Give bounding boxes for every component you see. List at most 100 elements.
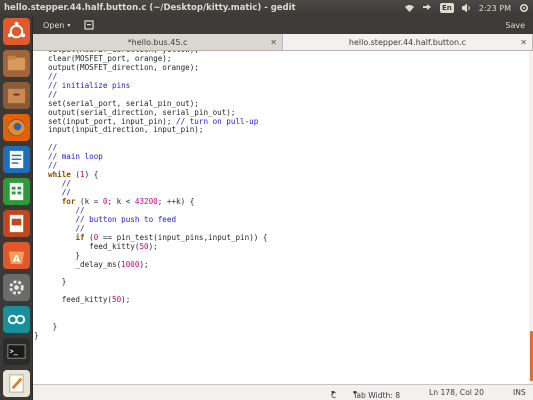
code-line[interactable] <box>48 314 529 323</box>
code-token: for <box>61 196 76 206</box>
svg-text:A: A <box>13 254 21 265</box>
status-bar: C ▾ Tab Width: 8 ▾ Ln 178, Col 20 INS <box>33 384 533 400</box>
code-token: ); <box>139 259 149 269</box>
new-tab-button[interactable] <box>82 18 96 32</box>
code-token: } <box>34 331 39 340</box>
code-line[interactable] <box>48 269 529 278</box>
code-editor[interactable]: output(MOSFET_direction, yellow);clear(M… <box>33 51 529 384</box>
firefox-icon[interactable] <box>3 114 30 141</box>
wifi-icon[interactable] <box>404 3 415 14</box>
code-token: feed_kitty( <box>48 295 113 305</box>
svg-text:>_: >_ <box>10 347 19 355</box>
code-token: // <box>61 179 71 189</box>
system-settings-icon[interactable] <box>3 274 30 301</box>
code-token: set(input_port, input_pin); <box>48 116 177 126</box>
code-token: // <box>48 71 58 81</box>
code-line[interactable]: _delay_ms(1000); <box>48 259 529 270</box>
terminal-icon[interactable]: >_ <box>3 338 30 365</box>
files-drawer-icon[interactable] <box>3 82 30 109</box>
language-selector[interactable]: C ▾ <box>331 388 337 400</box>
code-line[interactable]: output(MOSFET_direction, orange); <box>48 63 529 73</box>
code-token: ( <box>70 170 81 180</box>
code-token: feed_kitty( <box>48 241 140 251</box>
code-line[interactable]: // button push to feed <box>48 215 529 225</box>
code-token: // <box>48 161 58 171</box>
code-line[interactable]: // main loop <box>48 152 529 162</box>
keyboard-layout-indicator[interactable]: En <box>440 3 454 13</box>
code-token: while <box>48 170 71 180</box>
arduino-icon[interactable] <box>3 306 30 333</box>
code-token: clear(MOSFET_port, orange); <box>48 53 172 63</box>
text-editor-icon[interactable] <box>3 370 30 397</box>
code-line[interactable]: } <box>48 277 529 287</box>
clock-label[interactable]: 2:23 PM <box>479 4 511 13</box>
tab-label: hello.stepper.44.half.button.c <box>348 37 467 47</box>
language-label: C <box>331 391 337 400</box>
code-line[interactable]: input(input_direction, input_pin); <box>48 125 529 135</box>
open-button[interactable]: Open ▾ <box>37 18 76 32</box>
tab-label: *hello.bus.45.c <box>127 37 188 47</box>
tab-width-label: Tab Width: 8 <box>353 391 401 400</box>
code-line[interactable]: // initialize pins <box>48 81 529 91</box>
code-token: 50 <box>139 241 149 251</box>
files-icon[interactable] <box>3 50 30 77</box>
code-text[interactable]: output(MOSFET_direction, yellow);clear(M… <box>33 51 529 341</box>
code-token: 1000 <box>121 259 140 269</box>
code-token: } <box>48 277 67 287</box>
save-button[interactable]: Save <box>505 21 525 30</box>
code-token: 43200 <box>134 196 158 206</box>
dash-home-icon[interactable] <box>3 18 30 45</box>
code-token: (k = <box>75 196 103 206</box>
editor-scrollbar[interactable] <box>529 51 533 384</box>
code-token: if <box>75 232 85 242</box>
code-token: 50 <box>112 295 122 305</box>
code-token: == pin_test(input_pins,input_pin)) { <box>98 232 268 242</box>
system-indicators: En 2:23 PM <box>404 0 529 16</box>
code-line[interactable]: } <box>34 331 529 341</box>
code-line[interactable]: feed_kitty(50); <box>48 295 529 305</box>
tab-width-selector[interactable]: Tab Width: 8 ▾ <box>353 388 400 400</box>
close-icon[interactable]: ✕ <box>270 38 277 47</box>
volume-icon[interactable] <box>461 3 472 14</box>
impress-icon[interactable] <box>3 210 30 237</box>
code-line[interactable]: // <box>48 179 529 189</box>
code-token: // <box>61 188 71 197</box>
code-line[interactable]: // <box>48 143 529 153</box>
code-line[interactable]: while (1) { <box>48 170 529 180</box>
calc-icon[interactable] <box>3 178 30 205</box>
code-token: _delay_ms( <box>48 259 122 269</box>
code-token: ); <box>148 241 158 251</box>
software-center-icon[interactable]: A <box>3 242 30 269</box>
code-line[interactable]: feed_kitty(50); <box>48 241 529 252</box>
tab-bar: *hello.bus.45.c ✕ hello.stepper.44.half.… <box>33 34 533 51</box>
settings-gear-icon[interactable] <box>518 3 529 14</box>
code-token: ; k < <box>107 196 135 206</box>
code-line[interactable]: for (k = 0; k < 43200; ++k) { <box>48 196 529 207</box>
gedit-headerbar: Open ▾ Save <box>33 16 533 34</box>
tab-hello-bus[interactable]: *hello.bus.45.c ✕ <box>33 34 283 50</box>
code-token: // <box>48 143 58 153</box>
code-line[interactable]: // <box>48 161 529 171</box>
code-token: } <box>48 250 81 260</box>
cursor-position: Ln 178, Col 20 <box>429 388 484 397</box>
code-token: set(serial_port, serial_pin_out); <box>48 98 199 108</box>
writer-icon[interactable] <box>3 146 30 173</box>
network-icon[interactable] <box>422 3 433 14</box>
code-line[interactable] <box>48 305 529 314</box>
insert-mode: INS <box>513 388 526 397</box>
code-token: // <box>75 223 85 233</box>
new-document-icon <box>84 20 94 30</box>
code-token: // <box>75 205 85 215</box>
code-line[interactable] <box>48 135 529 144</box>
code-line[interactable]: } <box>48 322 529 332</box>
launcher: A >_ <box>0 16 33 400</box>
close-icon[interactable]: ✕ <box>520 38 527 47</box>
tab-hello-stepper[interactable]: hello.stepper.44.half.button.c ✕ <box>283 34 533 50</box>
code-token: input(input_direction, input_pin); <box>48 125 204 135</box>
